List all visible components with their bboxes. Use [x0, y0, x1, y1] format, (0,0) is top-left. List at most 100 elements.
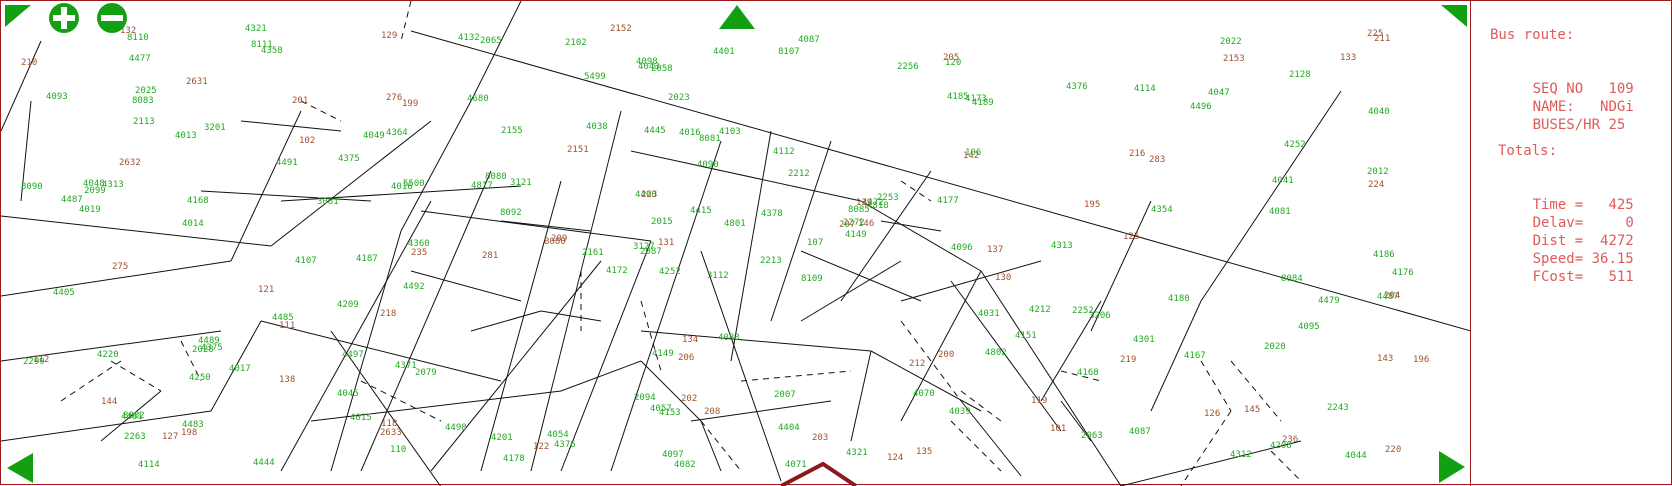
zoom-in-button[interactable]: [47, 2, 81, 34]
node-label: 4479: [1318, 296, 1340, 306]
node-label: 4401: [713, 47, 735, 57]
network-link: [470, 310, 542, 332]
node-label: 4016: [679, 128, 701, 138]
node-label: 4132: [458, 33, 480, 43]
stop-label: 2151: [567, 145, 589, 155]
node-label: 4487: [61, 195, 83, 205]
zoom-out-button[interactable]: [95, 2, 129, 34]
buses-value: 25: [1608, 117, 1626, 133]
node-label: 4405: [53, 288, 75, 298]
corner-ne-icon[interactable]: [1439, 3, 1469, 27]
stop-label: 2632: [119, 158, 141, 168]
stop-label: 2152: [610, 24, 632, 34]
node-label: 4096: [951, 243, 973, 253]
node-label: 4041: [1272, 176, 1294, 186]
network-link: [1200, 360, 1232, 412]
stop-label: 130: [995, 273, 1011, 283]
node-label: 2022: [1220, 37, 1242, 47]
node-label: 8081: [699, 134, 721, 144]
stop-label: 276: [386, 93, 402, 103]
network-link: [640, 300, 662, 372]
network-map[interactable]: 3112 4013 2087 8082 8085 2079 120 4103 4173 107 43…: [1, 1, 1471, 486]
stop-label: 200: [938, 350, 954, 360]
stop-label: 206: [678, 353, 694, 363]
node-label: 4090: [697, 160, 719, 170]
node-label: 5499: [584, 72, 606, 82]
node-label: 4031: [978, 309, 1000, 319]
stop-label: 220: [1385, 445, 1401, 455]
stop-label: 131: [658, 238, 674, 248]
node-label: 2025: [135, 86, 157, 96]
network-link: [850, 350, 872, 442]
stop-label: 236: [1282, 435, 1298, 445]
node-label: 4043: [638, 62, 660, 72]
node-label: 4680: [467, 94, 489, 104]
node-label: 2155: [501, 126, 523, 136]
fcost-value: 511: [1608, 269, 1634, 285]
network-link: [900, 260, 1042, 302]
network-link: [110, 360, 162, 392]
stop-label: 275: [112, 262, 128, 272]
node-label: 4040: [1368, 107, 1390, 117]
triangle-right-icon: [1439, 451, 1465, 483]
node-label: 4209: [337, 300, 359, 310]
node-label: 4083: [718, 333, 740, 343]
stop-label: 204: [1384, 291, 1400, 301]
node-label: 8083: [132, 96, 154, 106]
node-label: 4097: [662, 450, 684, 460]
node-label: 4186: [1373, 250, 1395, 260]
node-label: 4497: [342, 350, 364, 360]
node-label: 2020: [1264, 342, 1286, 352]
node-label: 4177: [937, 196, 959, 206]
node-label: 4404: [778, 423, 800, 433]
node-label: 4013: [175, 131, 197, 141]
node-label: 2212: [788, 169, 810, 179]
node-label: 4802: [985, 348, 1007, 358]
node-label: 4082: [674, 460, 696, 470]
pan-up-button[interactable]: [717, 3, 757, 31]
corner-nw-icon[interactable]: [3, 3, 33, 27]
network-canvas[interactable]: 3112401320878082808520791204103417310743…: [1, 1, 1471, 486]
pan-left-button[interactable]: [3, 451, 37, 485]
node-label: 4801: [724, 219, 746, 229]
stop-label: 235: [411, 248, 427, 258]
node-label: 8090: [21, 182, 43, 192]
node-label: 4491: [276, 158, 298, 168]
pan-right-button[interactable]: [1435, 449, 1469, 485]
buses-label: BUSES/HR: [1532, 117, 1601, 133]
fcost-label: FCost=: [1532, 269, 1584, 285]
node-label: 2023: [668, 93, 690, 103]
stop-label: 216: [1129, 149, 1145, 159]
node-label: 110: [390, 445, 406, 455]
node-label: 4047: [1208, 88, 1230, 98]
node-label: 4477: [129, 54, 151, 64]
network-link: [1, 40, 42, 132]
triangle-up-icon: [719, 5, 755, 29]
node-label: 4048: [83, 179, 105, 189]
stop-label: 210: [21, 58, 37, 68]
node-label: 8107: [778, 47, 800, 57]
node-label: 4180: [1168, 294, 1190, 304]
network-link: [700, 420, 742, 472]
node-label: 4364: [386, 128, 408, 138]
stop-label: 142: [963, 151, 979, 161]
node-label: 4201: [491, 433, 513, 443]
stop-label: 2153: [1223, 54, 1245, 64]
stop-label: 199: [402, 99, 418, 109]
stop-label: 208: [704, 407, 720, 417]
node-label: 2094: [634, 393, 656, 403]
triangle-left-icon: [7, 453, 33, 483]
node-label: 4172: [606, 266, 628, 276]
node-label: 4176: [1392, 268, 1414, 278]
node-label: 4498: [445, 423, 467, 433]
network-link: [860, 200, 982, 272]
node-label: 4087: [798, 35, 820, 45]
node-label: 3112: [707, 271, 729, 281]
network-link: [700, 420, 722, 472]
node-label: 4093: [46, 92, 68, 102]
route-info-panel: Bus route: SEQ NO 109 NAME: NDGi BUSES/H…: [1472, 1, 1672, 486]
node-label: 4095: [1298, 322, 1320, 332]
bus-route-window: 3112 4013 2087 8082 8085 2079 120 4103 4173 107 43…: [0, 0, 1672, 486]
node-label: 4167: [1184, 351, 1206, 361]
node-label: 3201: [204, 123, 226, 133]
